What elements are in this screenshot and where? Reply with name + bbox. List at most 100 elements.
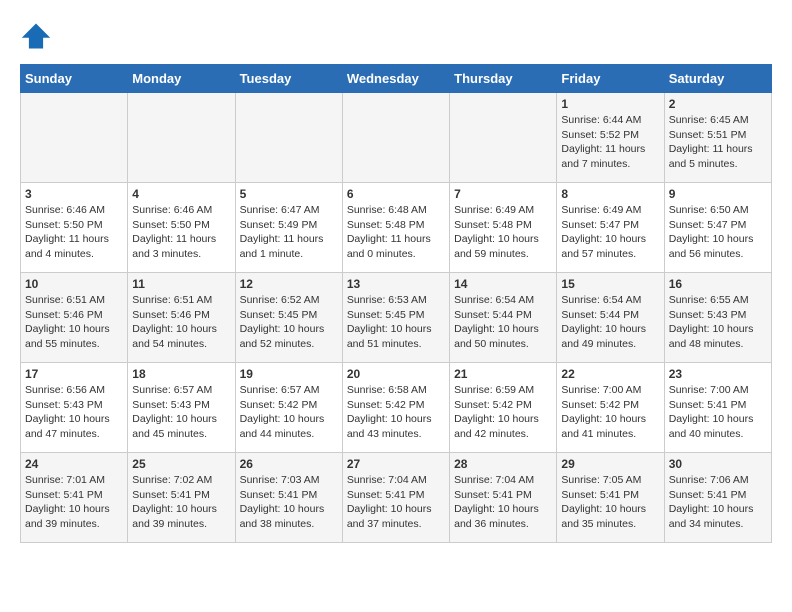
calendar-cell: 11 Sunrise: 6:51 AMSunset: 5:46 PMDayligh…	[128, 273, 235, 363]
day-info: Sunrise: 6:57 AMSunset: 5:42 PMDaylight:…	[240, 383, 338, 442]
day-number: 3	[25, 187, 123, 201]
calendar-cell: 16Sunrise: 6:55 AMSunset: 5:43 PMDayligh…	[664, 273, 771, 363]
calendar-cell: 20 Sunrise: 6:58 AMSunset: 5:42 PMDayligh…	[342, 363, 449, 453]
day-number: 15	[561, 277, 659, 291]
calendar-cell	[21, 93, 128, 183]
calendar-cell: 23 Sunrise: 7:00 AMSunset: 5:41 PMDayligh…	[664, 363, 771, 453]
day-info: Sunrise: 6:54 AMSunset: 5:44 PMDaylight:…	[454, 293, 552, 352]
day-info: Sunrise: 7:05 AMSunset: 5:41 PMDaylight:…	[561, 473, 659, 532]
day-info: Sunrise: 6:46 AMSunset: 5:50 PMDaylight:…	[25, 203, 123, 262]
calendar-cell: 5Sunrise: 6:47 AMSunset: 5:49 PMDaylight…	[235, 183, 342, 273]
day-number: 8	[561, 187, 659, 201]
calendar-cell: 8 Sunrise: 6:49 AMSunset: 5:47 PMDaylight…	[557, 183, 664, 273]
day-info: Sunrise: 7:01 AMSunset: 5:41 PMDaylight:…	[25, 473, 123, 532]
calendar-cell: 7 Sunrise: 6:49 AMSunset: 5:48 PMDaylight…	[450, 183, 557, 273]
calendar-cell: 24 Sunrise: 7:01 AMSunset: 5:41 PMDayligh…	[21, 453, 128, 543]
day-number: 24	[25, 457, 123, 471]
day-number: 1	[561, 97, 659, 111]
day-info: Sunrise: 7:06 AMSunset: 5:41 PMDaylight:…	[669, 473, 767, 532]
day-info: Sunrise: 6:52 AMSunset: 5:45 PMDaylight:…	[240, 293, 338, 352]
day-info: Sunrise: 6:46 AMSunset: 5:50 PMDaylight:…	[132, 203, 230, 262]
day-number: 30	[669, 457, 767, 471]
calendar-week-2: 3 Sunrise: 6:46 AMSunset: 5:50 PMDaylight…	[21, 183, 772, 273]
day-info: Sunrise: 6:54 AMSunset: 5:44 PMDaylight:…	[561, 293, 659, 352]
day-number: 4	[132, 187, 230, 201]
col-header-sunday: Sunday	[21, 65, 128, 93]
calendar-cell: 18 Sunrise: 6:57 AMSunset: 5:43 PMDayligh…	[128, 363, 235, 453]
day-info: Sunrise: 6:55 AMSunset: 5:43 PMDaylight:…	[669, 293, 767, 352]
calendar-week-1: 1 Sunrise: 6:44 AMSunset: 5:52 PMDaylight…	[21, 93, 772, 183]
day-number: 9	[669, 187, 767, 201]
day-info: Sunrise: 6:50 AMSunset: 5:47 PMDaylight:…	[669, 203, 767, 262]
day-number: 21	[454, 367, 552, 381]
day-number: 29	[561, 457, 659, 471]
day-info: Sunrise: 7:00 AMSunset: 5:42 PMDaylight:…	[561, 383, 659, 442]
calendar-cell: 3 Sunrise: 6:46 AMSunset: 5:50 PMDaylight…	[21, 183, 128, 273]
day-number: 7	[454, 187, 552, 201]
day-info: Sunrise: 6:59 AMSunset: 5:42 PMDaylight:…	[454, 383, 552, 442]
calendar-cell: 29 Sunrise: 7:05 AMSunset: 5:41 PMDayligh…	[557, 453, 664, 543]
calendar-week-3: 10 Sunrise: 6:51 AMSunset: 5:46 PMDayligh…	[21, 273, 772, 363]
day-info: Sunrise: 6:45 AMSunset: 5:51 PMDaylight:…	[669, 113, 767, 172]
calendar-cell	[342, 93, 449, 183]
calendar-week-4: 17Sunrise: 6:56 AMSunset: 5:43 PMDayligh…	[21, 363, 772, 453]
day-number: 23	[669, 367, 767, 381]
day-info: Sunrise: 6:49 AMSunset: 5:48 PMDaylight:…	[454, 203, 552, 262]
day-number: 10	[25, 277, 123, 291]
day-number: 20	[347, 367, 445, 381]
calendar-cell: 14 Sunrise: 6:54 AMSunset: 5:44 PMDayligh…	[450, 273, 557, 363]
day-info: Sunrise: 6:58 AMSunset: 5:42 PMDaylight:…	[347, 383, 445, 442]
day-info: Sunrise: 6:51 AMSunset: 5:46 PMDaylight:…	[25, 293, 123, 352]
col-header-monday: Monday	[128, 65, 235, 93]
calendar-cell: 17Sunrise: 6:56 AMSunset: 5:43 PMDayligh…	[21, 363, 128, 453]
day-number: 2	[669, 97, 767, 111]
calendar-cell	[128, 93, 235, 183]
calendar-cell: 6Sunrise: 6:48 AMSunset: 5:48 PMDaylight…	[342, 183, 449, 273]
day-number: 14	[454, 277, 552, 291]
day-number: 18	[132, 367, 230, 381]
day-info: Sunrise: 6:49 AMSunset: 5:47 PMDaylight:…	[561, 203, 659, 262]
day-number: 28	[454, 457, 552, 471]
col-header-tuesday: Tuesday	[235, 65, 342, 93]
day-number: 13	[347, 277, 445, 291]
calendar-cell	[450, 93, 557, 183]
col-header-thursday: Thursday	[450, 65, 557, 93]
day-number: 5	[240, 187, 338, 201]
col-header-friday: Friday	[557, 65, 664, 93]
day-number: 12	[240, 277, 338, 291]
day-number: 11	[132, 277, 230, 291]
day-number: 26	[240, 457, 338, 471]
calendar-header-row: SundayMondayTuesdayWednesdayThursdayFrid…	[21, 65, 772, 93]
calendar-cell: 26 Sunrise: 7:03 AMSunset: 5:41 PMDayligh…	[235, 453, 342, 543]
calendar-cell: 28 Sunrise: 7:04 AMSunset: 5:41 PMDayligh…	[450, 453, 557, 543]
day-info: Sunrise: 6:51 AMSunset: 5:46 PMDaylight:…	[132, 293, 230, 352]
day-number: 6	[347, 187, 445, 201]
calendar-cell: 15 Sunrise: 6:54 AMSunset: 5:44 PMDayligh…	[557, 273, 664, 363]
calendar-cell: 21 Sunrise: 6:59 AMSunset: 5:42 PMDayligh…	[450, 363, 557, 453]
calendar-cell: 1 Sunrise: 6:44 AMSunset: 5:52 PMDaylight…	[557, 93, 664, 183]
calendar-cell: 30 Sunrise: 7:06 AMSunset: 5:41 PMDayligh…	[664, 453, 771, 543]
day-info: Sunrise: 6:53 AMSunset: 5:45 PMDaylight:…	[347, 293, 445, 352]
calendar-cell: 27Sunrise: 7:04 AMSunset: 5:41 PMDayligh…	[342, 453, 449, 543]
calendar-week-5: 24 Sunrise: 7:01 AMSunset: 5:41 PMDayligh…	[21, 453, 772, 543]
day-info: Sunrise: 7:04 AMSunset: 5:41 PMDaylight:…	[454, 473, 552, 532]
col-header-wednesday: Wednesday	[342, 65, 449, 93]
day-info: Sunrise: 7:00 AMSunset: 5:41 PMDaylight:…	[669, 383, 767, 442]
day-number: 19	[240, 367, 338, 381]
day-info: Sunrise: 7:03 AMSunset: 5:41 PMDaylight:…	[240, 473, 338, 532]
calendar-cell: 25Sunrise: 7:02 AMSunset: 5:41 PMDayligh…	[128, 453, 235, 543]
calendar-cell: 4 Sunrise: 6:46 AMSunset: 5:50 PMDaylight…	[128, 183, 235, 273]
calendar-cell	[235, 93, 342, 183]
calendar-cell: 2 Sunrise: 6:45 AMSunset: 5:51 PMDaylight…	[664, 93, 771, 183]
calendar-cell: 13 Sunrise: 6:53 AMSunset: 5:45 PMDayligh…	[342, 273, 449, 363]
calendar-cell: 22 Sunrise: 7:00 AMSunset: 5:42 PMDayligh…	[557, 363, 664, 453]
day-info: Sunrise: 6:57 AMSunset: 5:43 PMDaylight:…	[132, 383, 230, 442]
calendar-cell: 9 Sunrise: 6:50 AMSunset: 5:47 PMDaylight…	[664, 183, 771, 273]
calendar-cell: 12 Sunrise: 6:52 AMSunset: 5:45 PMDayligh…	[235, 273, 342, 363]
day-info: Sunrise: 6:44 AMSunset: 5:52 PMDaylight:…	[561, 113, 659, 172]
day-number: 22	[561, 367, 659, 381]
calendar-table: SundayMondayTuesdayWednesdayThursdayFrid…	[20, 64, 772, 543]
day-info: Sunrise: 7:04 AMSunset: 5:41 PMDaylight:…	[347, 473, 445, 532]
col-header-saturday: Saturday	[664, 65, 771, 93]
calendar-cell: 19 Sunrise: 6:57 AMSunset: 5:42 PMDayligh…	[235, 363, 342, 453]
